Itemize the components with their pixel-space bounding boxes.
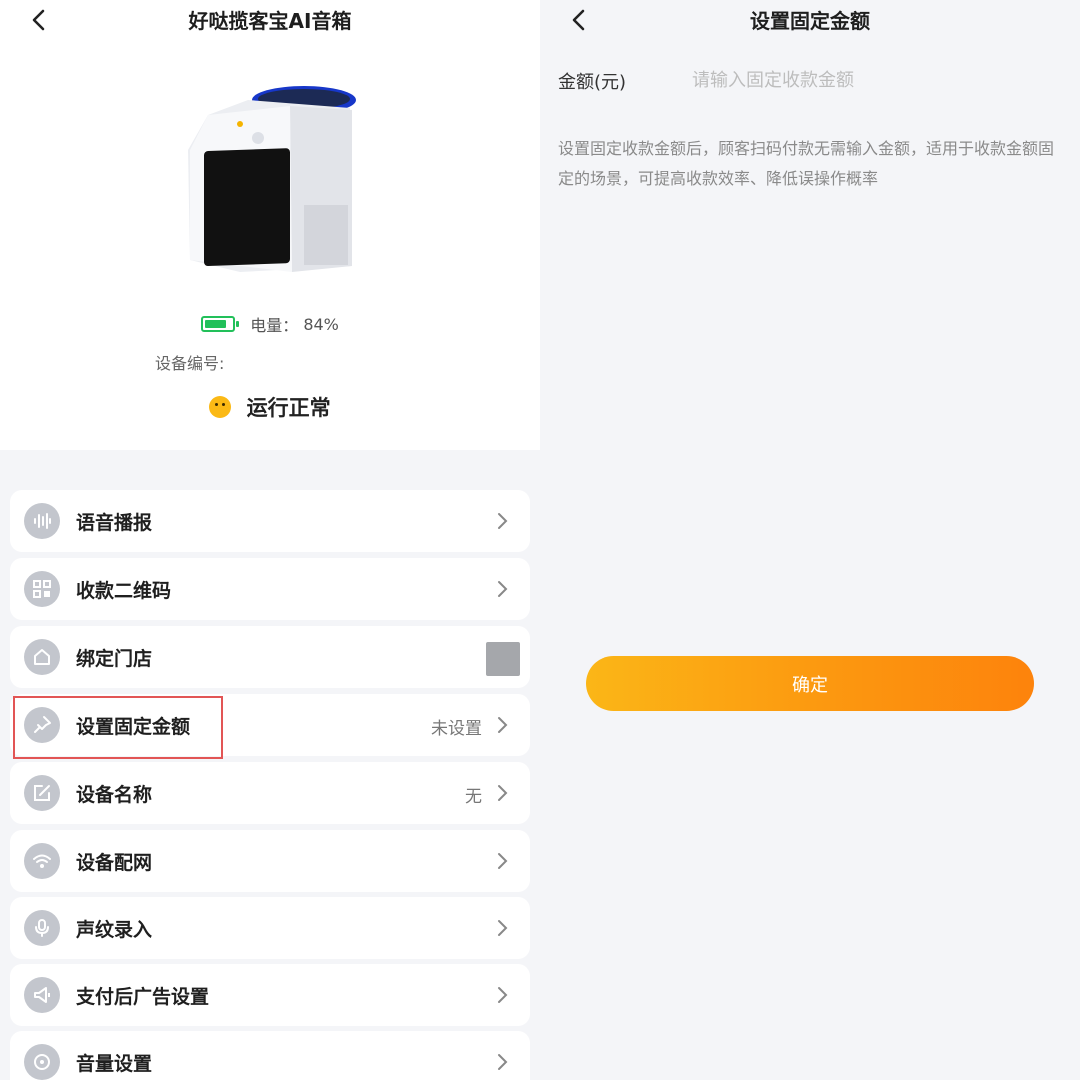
menu-item-voice-broadcast[interactable]: 语音播报 bbox=[10, 490, 530, 552]
chevron-right-icon bbox=[498, 717, 508, 733]
menu-item-qr-code[interactable]: 收款二维码 bbox=[10, 558, 530, 620]
menu-item-value: 未设置 bbox=[431, 719, 482, 739]
chevron-right-icon bbox=[498, 920, 508, 936]
device-info-card: 好哒揽客宝AI音箱 电量： 84% 设备编号: 运行正常 bbox=[0, 0, 540, 450]
battery-level-fill bbox=[205, 320, 227, 328]
battery-value: 84% bbox=[303, 314, 339, 334]
qr-code-icon bbox=[24, 571, 60, 607]
menu-item-label: 绑定门店 bbox=[76, 648, 153, 670]
device-status: 运行正常 bbox=[0, 392, 540, 422]
amount-label: 金额(元) bbox=[558, 72, 627, 93]
chevron-right-icon bbox=[498, 581, 508, 597]
chevron-right-icon bbox=[498, 987, 508, 1003]
volume-icon bbox=[24, 1044, 60, 1080]
chevron-right-icon bbox=[498, 1054, 508, 1070]
navbar: 设置固定金额 bbox=[540, 0, 1080, 40]
page-title: 设置固定金额 bbox=[750, 9, 870, 33]
megaphone-icon bbox=[24, 977, 60, 1013]
fixed-amount-screen: 设置固定金额 金额(元) 设置固定收款金额后，顾客扫码付款无需输入金额，适用于收… bbox=[540, 0, 1080, 1080]
navbar: 好哒揽客宝AI音箱 bbox=[0, 0, 540, 40]
highlight-box bbox=[13, 696, 223, 759]
menu-item-ad-settings[interactable]: 支付后广告设置 bbox=[10, 964, 530, 1026]
device-number-label: 设备编号: bbox=[155, 354, 225, 373]
menu-item-label: 语音播报 bbox=[76, 512, 153, 534]
menu-item-label: 收款二维码 bbox=[76, 580, 172, 602]
description-text: 设置固定收款金额后，顾客扫码付款无需输入金额，适用于收款金额固定的场景，可提高收… bbox=[558, 139, 1055, 188]
wifi-icon bbox=[24, 843, 60, 879]
status-text: 运行正常 bbox=[246, 396, 331, 420]
menu-item-voiceprint[interactable]: 声纹录入 bbox=[10, 897, 530, 959]
menu-item-bind-store[interactable]: 绑定门店 bbox=[10, 626, 530, 688]
smiley-icon bbox=[209, 396, 232, 418]
store-thumbnail bbox=[486, 642, 520, 676]
battery-row: 电量： 84% bbox=[0, 312, 540, 338]
menu-item-label: 声纹录入 bbox=[76, 919, 153, 941]
menu-item-volume[interactable]: 音量设置 bbox=[10, 1031, 530, 1080]
microphone-icon bbox=[24, 910, 60, 946]
menu-item-label: 设备配网 bbox=[76, 852, 153, 874]
menu-item-label: 设备名称 bbox=[76, 784, 153, 806]
menu-item-label: 支付后广告设置 bbox=[76, 986, 210, 1008]
device-settings-screen: 好哒揽客宝AI音箱 电量： 84% 设备编号: 运行正常 语音播报 收款二维码 … bbox=[0, 0, 540, 1080]
device-image bbox=[188, 86, 356, 272]
battery-icon bbox=[201, 316, 240, 332]
battery-label: 电量： bbox=[250, 316, 299, 335]
menu-item-value: 无 bbox=[465, 787, 482, 807]
menu-item-network[interactable]: 设备配网 bbox=[10, 830, 530, 892]
home-icon bbox=[24, 639, 60, 675]
menu-item-device-name[interactable]: 设备名称 无 bbox=[10, 762, 530, 824]
amount-input[interactable] bbox=[690, 62, 1054, 98]
menu-item-label: 音量设置 bbox=[76, 1053, 153, 1075]
chevron-right-icon bbox=[498, 513, 508, 529]
edit-icon bbox=[24, 775, 60, 811]
sound-wave-icon bbox=[24, 503, 60, 539]
chevron-right-icon bbox=[498, 853, 508, 869]
chevron-right-icon bbox=[498, 785, 508, 801]
confirm-button[interactable]: 确定 bbox=[586, 656, 1034, 711]
amount-row: 金额(元) bbox=[540, 40, 1080, 115]
page-title: 好哒揽客宝AI音箱 bbox=[188, 9, 352, 33]
